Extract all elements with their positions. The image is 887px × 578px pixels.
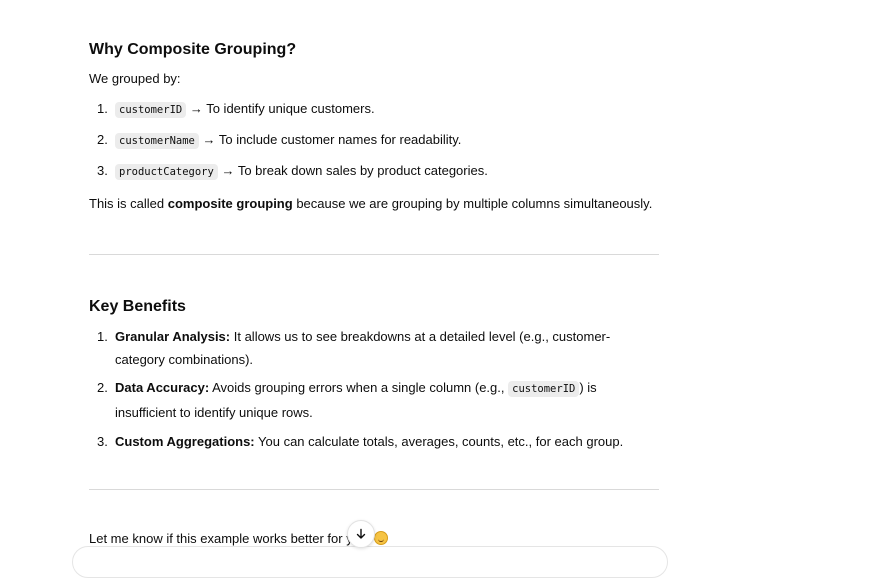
key-benefits-list: 1. Granular Analysis: It allows us to se… (89, 325, 659, 453)
benefit-title: Data Accuracy: (115, 380, 210, 395)
smiling-face-emoji-icon (374, 531, 389, 545)
composite-grouping-summary: This is called composite grouping becaus… (89, 196, 653, 211)
list-item-text: → To identify unique customers. (186, 101, 375, 116)
list-item-text: → To break down sales by product categor… (217, 163, 488, 178)
list-item: 2. customerName → To include customer na… (89, 128, 659, 153)
list-number: 1. (97, 101, 108, 116)
divider (89, 489, 659, 490)
list-item: 1. customerID → To identify unique custo… (89, 97, 659, 122)
inline-code: customerID (115, 102, 187, 118)
section-heading-composite-grouping: Why Composite Grouping? (89, 41, 297, 58)
list-item: 3. productCategory → To break down sales… (89, 159, 659, 184)
divider (89, 254, 659, 255)
list-number: 3. (97, 434, 108, 449)
inline-code: customerID (508, 381, 580, 397)
inline-code: productCategory (115, 164, 218, 180)
list-item: 3. Custom Aggregations: You can calculat… (89, 430, 659, 453)
list-item: 2. Data Accuracy: Avoids grouping errors… (89, 376, 659, 424)
section-heading-key-benefits: Key Benefits (89, 298, 186, 315)
message-composer[interactable] (72, 546, 668, 578)
list-item: 1. Granular Analysis: It allows us to se… (89, 325, 659, 371)
list-number: 2. (97, 132, 108, 147)
arrow-down-icon (356, 528, 366, 539)
list-item-text: → To include customer names for readabil… (198, 132, 462, 147)
grouping-columns-list: 1. customerID → To identify unique custo… (89, 97, 659, 184)
list-number: 1. (97, 329, 108, 344)
list-number: 2. (97, 380, 108, 395)
benefit-title: Custom Aggregations: (115, 434, 255, 449)
list-item-text: You can calculate totals, averages, coun… (254, 434, 624, 449)
inline-code: customerName (115, 133, 199, 149)
scroll-to-bottom-button[interactable] (347, 520, 375, 548)
benefit-title: Granular Analysis: (115, 329, 231, 344)
bold-term: composite grouping (167, 196, 293, 211)
list-number: 3. (97, 163, 108, 178)
grouped-by-intro: We grouped by: (89, 71, 181, 86)
